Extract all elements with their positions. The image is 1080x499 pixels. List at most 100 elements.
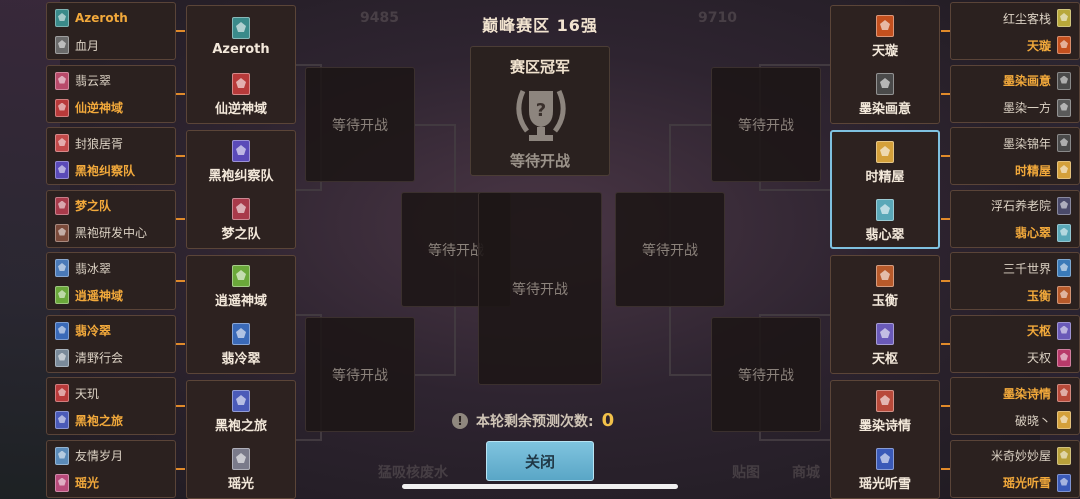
team-entry[interactable]: 天玑: [55, 381, 99, 405]
round16-team[interactable]: 梦之队: [187, 191, 295, 249]
group-match-left-0[interactable]: Azeroth 血月: [46, 2, 176, 60]
bracket-tick: [176, 92, 185, 95]
round16-team[interactable]: 仙逆神域: [187, 66, 295, 124]
group-match-right-0[interactable]: 红尘客栈天璇: [950, 2, 1080, 60]
team-name: 翡冰翠: [75, 261, 112, 276]
team-entry[interactable]: 翡冰翠: [55, 256, 111, 280]
bracket-tick: [941, 30, 950, 32]
group-match-right-7[interactable]: 米奇妙妙屋瑶光听雪: [950, 439, 1080, 498]
round16-match-left-3[interactable]: 黑袍之旅 瑶光: [186, 380, 296, 499]
team-emblem-icon: [1057, 384, 1071, 402]
team-entry[interactable]: 翡心翠: [1015, 221, 1071, 245]
quarterfinal-left-top[interactable]: 等待开战: [305, 67, 415, 182]
home-indicator[interactable]: [402, 484, 678, 489]
team-entry[interactable]: 黑袍研发中心: [55, 221, 147, 245]
group-match-right-3[interactable]: 浮石养老院翡心翠: [950, 189, 1080, 248]
group-match-left-4[interactable]: 翡冰翠逍遥神域: [46, 252, 176, 310]
team-entry[interactable]: 墨染诗情: [1003, 381, 1071, 405]
team-emblem-icon: [55, 98, 69, 117]
team-entry[interactable]: 破晓丶: [1015, 408, 1071, 432]
round16-match-right-3[interactable]: 墨染诗情 瑶光听雪: [830, 380, 940, 499]
group-match-right-5[interactable]: 天枢 天权: [950, 314, 1080, 373]
prediction-count: 0: [601, 410, 615, 431]
round16-team[interactable]: 逍遥神域: [187, 258, 295, 316]
quarterfinal-right-top[interactable]: 等待开战: [711, 67, 821, 182]
team-emblem-icon: [1057, 98, 1071, 117]
team-entry[interactable]: 血月: [55, 33, 99, 57]
team-entry[interactable]: 逍遥神域: [55, 283, 123, 307]
team-entry[interactable]: 梦之队: [55, 194, 111, 218]
group-match-left-3[interactable]: 梦之队 黑袍研发中心: [46, 189, 176, 248]
round16-match-right-0[interactable]: 天璇 墨染画意: [830, 5, 940, 124]
team-name: 瑶光听雪: [1002, 476, 1051, 490]
team-emblem-icon: [55, 446, 69, 465]
round16-team[interactable]: 瑶光: [187, 441, 295, 499]
team-emblem-icon: [876, 323, 894, 345]
team-entry[interactable]: 墨染锦年: [1003, 131, 1071, 155]
round16-team[interactable]: 翡冷翠: [187, 316, 295, 374]
round16-match-left-1[interactable]: 黑袍纠察队 梦之队: [186, 130, 296, 249]
team-entry[interactable]: 仙逆神域: [55, 96, 123, 120]
team-entry[interactable]: 天权: [1027, 346, 1071, 370]
team-entry[interactable]: 黑袍纠察队: [55, 158, 135, 182]
team-emblem-icon: [232, 323, 250, 345]
round16-team[interactable]: 翡心翠: [832, 192, 938, 250]
team-emblem-icon: [1057, 411, 1071, 429]
team-entry[interactable]: 浮石养老院: [991, 194, 1071, 218]
team-entry[interactable]: Azeroth: [55, 6, 128, 30]
group-match-right-2[interactable]: 墨染锦年时精屋: [950, 127, 1080, 185]
round16-team[interactable]: 黑袍纠察队: [187, 133, 295, 191]
team-entry[interactable]: 时精屋: [1015, 158, 1071, 182]
team-entry[interactable]: 天枢: [1027, 319, 1071, 343]
group-match-right-6[interactable]: 墨染诗情破晓丶: [950, 377, 1080, 435]
team-entry[interactable]: 瑶光: [55, 471, 99, 495]
round16-team[interactable]: 天枢: [831, 316, 939, 374]
team-name: 黑袍之旅: [214, 419, 267, 434]
team-entry[interactable]: 墨染画意: [1003, 69, 1071, 93]
final-match[interactable]: 等待开战: [478, 192, 602, 385]
quarterfinal-right-bottom[interactable]: 等待开战: [711, 317, 821, 432]
round16-match-left-0[interactable]: Azeroth 仙逆神域: [186, 5, 296, 124]
team-name: 时精屋: [865, 170, 905, 185]
team-entry[interactable]: 红尘客栈: [1003, 6, 1071, 30]
round16-match-right-1[interactable]: 时精屋 翡心翠: [830, 130, 940, 249]
team-name: 天枢: [1026, 324, 1051, 338]
round16-match-left-2[interactable]: 逍遥神域 翡冷翠: [186, 255, 296, 374]
round16-team[interactable]: 瑶光听雪: [831, 441, 939, 499]
team-entry[interactable]: 黑袍之旅: [55, 408, 123, 432]
group-match-left-5[interactable]: 翡冷翠 清野行会: [46, 314, 176, 373]
close-button[interactable]: 关闭: [486, 441, 594, 481]
team-entry[interactable]: 玉衡: [1027, 283, 1071, 307]
bracket-tick: [941, 217, 950, 220]
quarterfinal-left-bottom[interactable]: 等待开战: [305, 317, 415, 432]
team-entry[interactable]: 米奇妙妙屋: [991, 444, 1071, 468]
round16-team[interactable]: 玉衡: [831, 258, 939, 316]
team-entry[interactable]: 友情岁月: [55, 444, 123, 468]
team-entry[interactable]: 翡云翠: [55, 69, 111, 93]
round16-team[interactable]: 墨染画意: [831, 66, 939, 124]
round16-team[interactable]: 时精屋: [832, 134, 938, 192]
round16-match-right-2[interactable]: 玉衡 天枢: [830, 255, 940, 374]
round16-team[interactable]: Azeroth: [187, 8, 295, 66]
round16-team[interactable]: 墨染诗情: [831, 383, 939, 441]
semifinal-right[interactable]: 等待开战: [615, 192, 725, 307]
team-entry[interactable]: 封狼居胥: [55, 131, 123, 155]
team-name: 封狼居胥: [75, 136, 124, 151]
group-match-left-7[interactable]: 友情岁月 瑶光: [46, 439, 176, 498]
round16-team[interactable]: 黑袍之旅: [187, 383, 295, 441]
group-match-left-1[interactable]: 翡云翠 仙逆神域: [46, 64, 176, 123]
team-name: 翡冷翠: [221, 352, 261, 367]
team-entry[interactable]: 瑶光听雪: [1003, 471, 1071, 495]
group-match-right-4[interactable]: 三千世界玉衡: [950, 252, 1080, 310]
group-match-left-6[interactable]: 天玑 黑袍之旅: [46, 377, 176, 435]
team-entry[interactable]: 墨染一方: [1003, 96, 1071, 120]
group-match-left-2[interactable]: 封狼居胥黑袍纠察队: [46, 127, 176, 185]
team-entry[interactable]: 清野行会: [55, 346, 123, 370]
team-emblem-icon: [232, 448, 250, 470]
team-entry[interactable]: 天璇: [1027, 33, 1071, 57]
group-match-right-1[interactable]: 墨染画意 墨染一方: [950, 64, 1080, 123]
round16-team[interactable]: 天璇: [831, 8, 939, 66]
team-entry[interactable]: 三千世界: [1003, 256, 1071, 280]
team-entry[interactable]: 翡冷翠: [55, 319, 111, 343]
team-emblem-icon: [232, 17, 250, 39]
